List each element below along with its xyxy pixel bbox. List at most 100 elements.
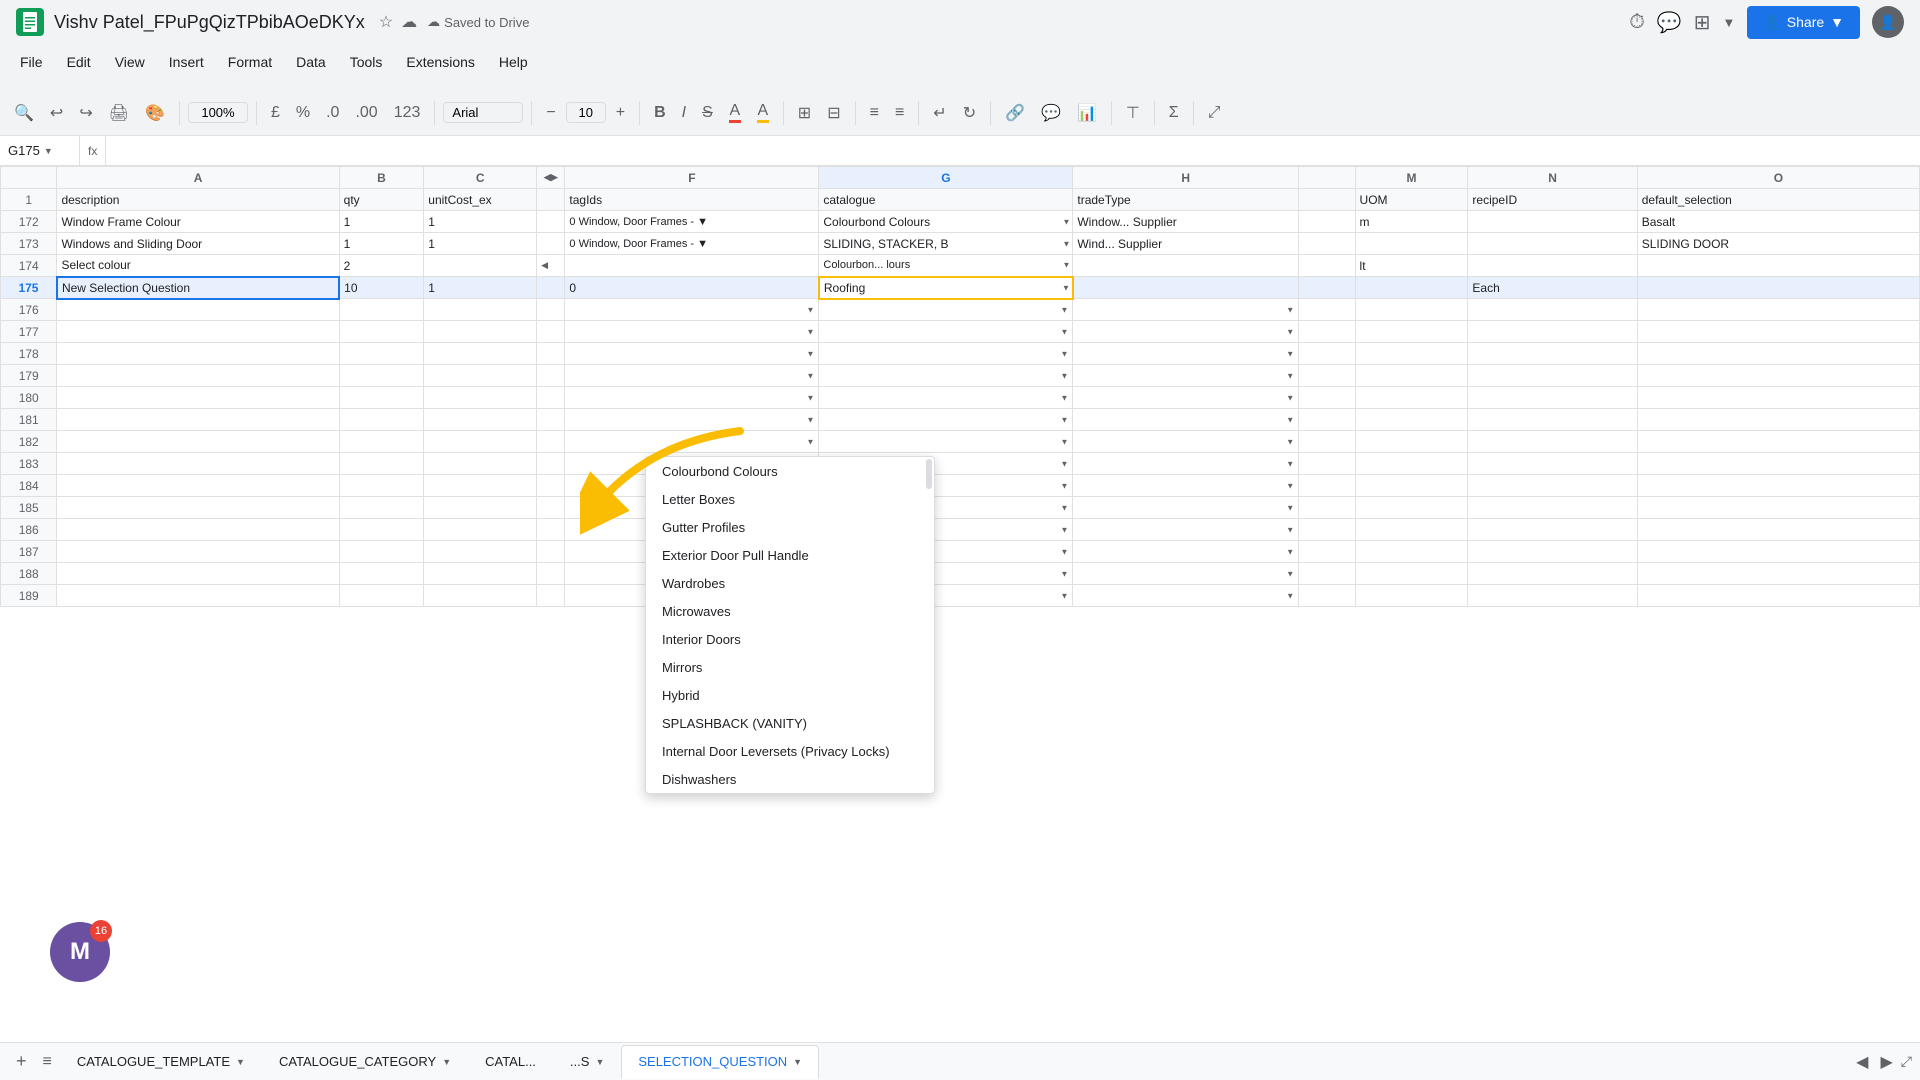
menu-format[interactable]: Format [216,48,284,76]
dropdown-item-door-handle[interactable]: Exterior Door Pull Handle [646,541,934,569]
col-header-B[interactable]: B [339,167,424,189]
dropdown-item-letterboxes[interactable]: Letter Boxes [646,485,934,513]
link-button[interactable]: 🔗 [999,99,1031,127]
col-header-H[interactable]: H [1073,167,1299,189]
cell-173-M[interactable] [1355,233,1468,255]
font-size-increase-button[interactable]: + [610,100,631,126]
menu-extensions[interactable]: Extensions [394,48,486,76]
tab-prev-button[interactable]: ◀ [1852,1048,1872,1076]
cell-173-F[interactable]: 0 Window, Door Frames - ▼ [565,233,819,255]
menu-file[interactable]: File [8,48,55,76]
cell-173-A[interactable]: Windows and Sliding Door [57,233,339,255]
cell-175-H[interactable] [1073,277,1299,299]
catalogue-dropdown[interactable]: Colourbond Colours Letter Boxes Gutter P… [645,456,935,794]
app-icon[interactable]: M 16 [50,922,110,982]
tab-s[interactable]: ...S ▼ [553,1045,621,1079]
dropdown-item-colourbond[interactable]: Colourbond Colours [646,457,934,485]
cell-172-G[interactable]: Colourbond Colours [819,211,1073,233]
cell-174-O[interactable] [1637,255,1919,277]
bold-button[interactable]: B [648,100,672,126]
cell-reference[interactable]: G175 ▼ [0,136,80,165]
cell-175-C[interactable]: 1 [424,277,537,299]
cell-174-G[interactable]: Colourbon... lours [819,255,1073,277]
cell-176-F[interactable]: ▼ [565,299,819,321]
filter-button[interactable]: ⊤ [1120,99,1146,127]
cell-176-H[interactable]: ▼ [1073,299,1299,321]
tab-catalogue-template[interactable]: CATALOGUE_TEMPLATE ▼ [60,1045,262,1079]
menu-help[interactable]: Help [487,48,540,76]
menu-insert[interactable]: Insert [157,48,216,76]
menu-data[interactable]: Data [284,48,338,76]
align-left-button[interactable]: ≡ [864,100,885,126]
cell-172-H[interactable]: Window... Supplier [1073,211,1299,233]
format-number-button[interactable]: 123 [388,100,427,126]
cell-172-C[interactable]: 1 [424,211,537,233]
dropdown-item-internal-door[interactable]: Internal Door Leversets (Privacy Locks) [646,737,934,765]
col-header-F[interactable]: F [565,167,819,189]
cell-176-G[interactable]: ▼ [819,299,1073,321]
menu-view[interactable]: View [103,48,157,76]
font-size-decrease-button[interactable]: − [540,100,561,126]
strikethrough-button[interactable]: S [696,100,719,126]
cell-175-G[interactable]: ▼ [819,277,1073,299]
italic-button[interactable]: I [676,100,692,126]
tab-expand-button[interactable]: ⤢ [1901,1053,1912,1070]
font-size-display[interactable]: 10 [566,102,606,123]
sigma-button[interactable]: Σ [1163,100,1185,126]
col-header-N[interactable]: N [1468,167,1637,189]
star-icon[interactable]: ☆ [379,12,393,32]
cell-172-M[interactable]: m [1355,211,1468,233]
cell-174-F[interactable] [565,255,819,277]
zoom-display[interactable]: 100% [188,102,248,123]
user-avatar[interactable]: 👤 [1872,6,1904,38]
dropdown-item-dishwashers[interactable]: Dishwashers [646,765,934,793]
dropdown-item-wardrobes[interactable]: Wardrobes [646,569,934,597]
comment-cell-button[interactable]: 💬 [1035,99,1067,127]
undo-button[interactable]: ↩ [44,99,69,127]
rotate-button[interactable]: ↻ [957,99,982,127]
cell-174-A[interactable]: Select colour [57,255,339,277]
cell-174-B[interactable]: 2 [339,255,424,277]
add-sheet-button[interactable]: + [8,1047,35,1076]
cell-174-N[interactable] [1468,255,1637,277]
cell-175-B[interactable]: 10 [339,277,424,299]
roofing-input[interactable] [824,281,1052,295]
tab-next-button[interactable]: ▶ [1876,1048,1896,1076]
share-button[interactable]: 👤 👤 Share ▼ [1747,6,1860,39]
cell-ref-chevron[interactable]: ▼ [44,146,53,156]
decrease-decimals-button[interactable]: .0 [320,100,345,126]
menu-edit[interactable]: Edit [55,48,103,76]
dropdown-item-splashback[interactable]: SPLASHBACK (VANITY) [646,709,934,737]
cell-173-H[interactable]: Wind... Supplier [1073,233,1299,255]
cell-175-F[interactable]: 0 [565,277,819,299]
menu-tools[interactable]: Tools [338,48,395,76]
dropdown-item-gutters[interactable]: Gutter Profiles [646,513,934,541]
increase-decimals-button[interactable]: .00 [349,100,383,126]
cell-174-H[interactable] [1073,255,1299,277]
cell-173-C[interactable]: 1 [424,233,537,255]
percent-button[interactable]: % [290,100,316,126]
paint-format-button[interactable]: 🎨 [139,99,171,127]
cell-175-M[interactable] [1355,277,1468,299]
cell-172-O[interactable]: Basalt [1637,211,1919,233]
history-icon[interactable]: ⏱ [1629,11,1645,34]
print-button[interactable]: 🖨 [103,99,135,127]
cell-175-O[interactable] [1637,277,1919,299]
col-header-C[interactable]: C [424,167,537,189]
tab-selection-question[interactable]: SELECTION_QUESTION ▼ [621,1045,819,1079]
cell-173-B[interactable]: 1 [339,233,424,255]
wrap-text-button[interactable]: ↵ [927,99,952,127]
cell-176-N[interactable] [1468,299,1637,321]
borders-button[interactable]: ⊞ [792,99,817,127]
col-header-O[interactable]: O [1637,167,1919,189]
merge-cells-button[interactable]: ⊟ [821,99,846,127]
cell-176-C[interactable] [424,299,537,321]
cell-176-O[interactable] [1637,299,1919,321]
dropdown-item-interior-doors[interactable]: Interior Doors [646,625,934,653]
redo-button[interactable]: ↪ [73,99,98,127]
currency-button[interactable]: £ [265,100,286,126]
cell-172-A[interactable]: Window Frame Colour [57,211,339,233]
cell-176-A[interactable] [57,299,339,321]
cell-172-F[interactable]: 0 Window, Door Frames - ▼ [565,211,819,233]
dropdown-item-mirrors[interactable]: Mirrors [646,653,934,681]
